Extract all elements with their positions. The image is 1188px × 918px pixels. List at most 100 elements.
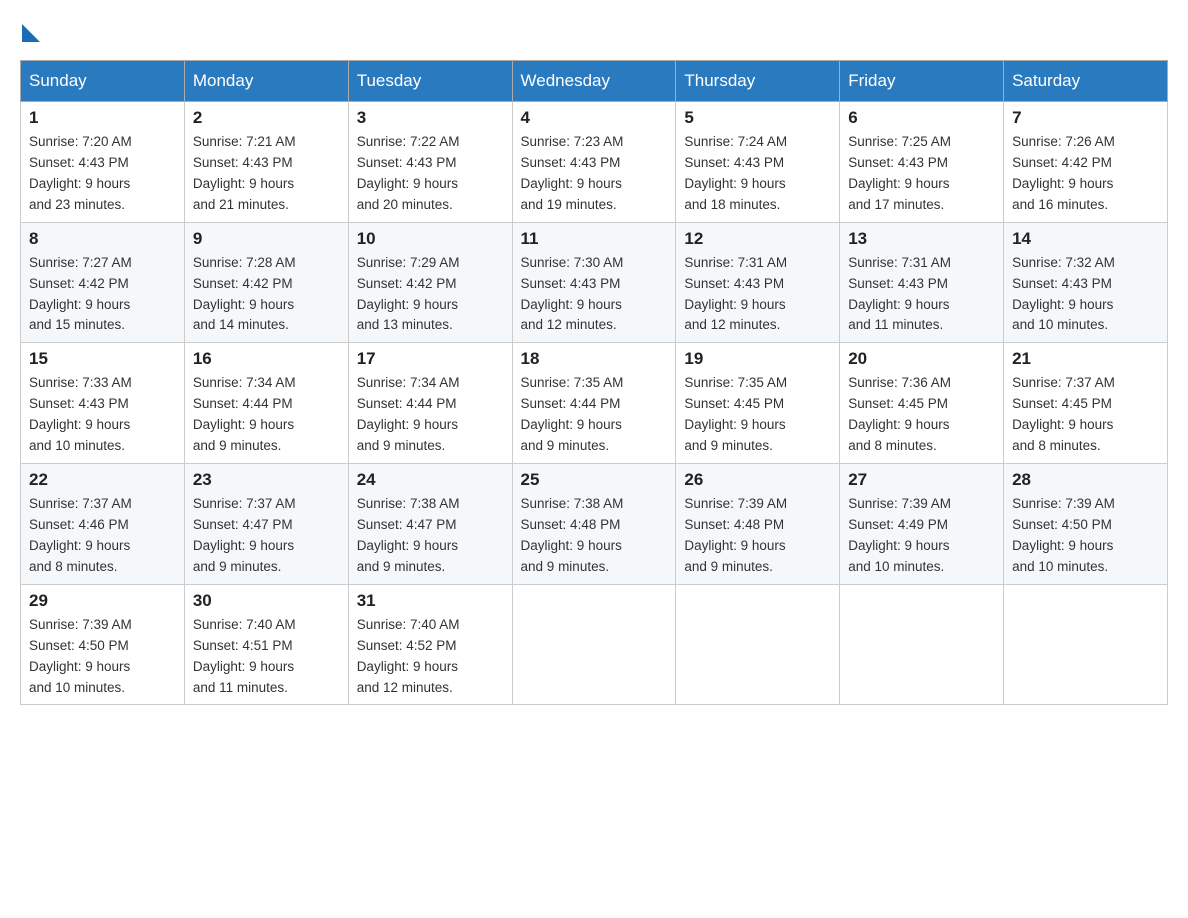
calendar-cell: 18 Sunrise: 7:35 AMSunset: 4:44 PMDayligh… (512, 343, 676, 464)
day-info: Sunrise: 7:40 AMSunset: 4:52 PMDaylight:… (357, 615, 504, 699)
calendar-header-wednesday: Wednesday (512, 61, 676, 102)
calendar-table: SundayMondayTuesdayWednesdayThursdayFrid… (20, 60, 1168, 705)
calendar-cell: 31 Sunrise: 7:40 AMSunset: 4:52 PMDayligh… (348, 584, 512, 705)
day-number: 4 (521, 108, 668, 128)
calendar-week-row: 1 Sunrise: 7:20 AMSunset: 4:43 PMDaylight… (21, 102, 1168, 223)
day-info: Sunrise: 7:22 AMSunset: 4:43 PMDaylight:… (357, 132, 504, 216)
calendar-header-thursday: Thursday (676, 61, 840, 102)
calendar-cell: 15 Sunrise: 7:33 AMSunset: 4:43 PMDayligh… (21, 343, 185, 464)
day-number: 31 (357, 591, 504, 611)
day-number: 16 (193, 349, 340, 369)
calendar-cell: 10 Sunrise: 7:29 AMSunset: 4:42 PMDayligh… (348, 222, 512, 343)
calendar-header-saturday: Saturday (1004, 61, 1168, 102)
calendar-cell: 24 Sunrise: 7:38 AMSunset: 4:47 PMDayligh… (348, 464, 512, 585)
day-number: 7 (1012, 108, 1159, 128)
day-number: 15 (29, 349, 176, 369)
calendar-cell: 16 Sunrise: 7:34 AMSunset: 4:44 PMDayligh… (184, 343, 348, 464)
calendar-week-row: 15 Sunrise: 7:33 AMSunset: 4:43 PMDayligh… (21, 343, 1168, 464)
day-info: Sunrise: 7:37 AMSunset: 4:47 PMDaylight:… (193, 494, 340, 578)
day-number: 19 (684, 349, 831, 369)
day-info: Sunrise: 7:26 AMSunset: 4:42 PMDaylight:… (1012, 132, 1159, 216)
day-number: 18 (521, 349, 668, 369)
calendar-cell: 25Sunrise: 7:38 AMSunset: 4:48 PMDayligh… (512, 464, 676, 585)
calendar-cell: 27 Sunrise: 7:39 AMSunset: 4:49 PMDayligh… (840, 464, 1004, 585)
day-number: 1 (29, 108, 176, 128)
day-info: Sunrise: 7:39 AMSunset: 4:49 PMDaylight:… (848, 494, 995, 578)
calendar-cell (1004, 584, 1168, 705)
day-number: 23 (193, 470, 340, 490)
day-info: Sunrise: 7:20 AMSunset: 4:43 PMDaylight:… (29, 132, 176, 216)
calendar-cell: 7 Sunrise: 7:26 AMSunset: 4:42 PMDaylight… (1004, 102, 1168, 223)
logo (20, 20, 40, 42)
calendar-cell: 28 Sunrise: 7:39 AMSunset: 4:50 PMDayligh… (1004, 464, 1168, 585)
calendar-header-row: SundayMondayTuesdayWednesdayThursdayFrid… (21, 61, 1168, 102)
day-info: Sunrise: 7:31 AMSunset: 4:43 PMDaylight:… (684, 253, 831, 337)
day-info: Sunrise: 7:37 AMSunset: 4:46 PMDaylight:… (29, 494, 176, 578)
day-info: Sunrise: 7:34 AMSunset: 4:44 PMDaylight:… (193, 373, 340, 457)
calendar-week-row: 29 Sunrise: 7:39 AMSunset: 4:50 PMDayligh… (21, 584, 1168, 705)
calendar-cell: 23 Sunrise: 7:37 AMSunset: 4:47 PMDayligh… (184, 464, 348, 585)
calendar-cell: 17 Sunrise: 7:34 AMSunset: 4:44 PMDayligh… (348, 343, 512, 464)
calendar-cell: 2Sunrise: 7:21 AMSunset: 4:43 PMDaylight… (184, 102, 348, 223)
logo-triangle-icon (22, 24, 40, 42)
calendar-cell: 13 Sunrise: 7:31 AMSunset: 4:43 PMDayligh… (840, 222, 1004, 343)
calendar-cell: 11 Sunrise: 7:30 AMSunset: 4:43 PMDayligh… (512, 222, 676, 343)
calendar-header-monday: Monday (184, 61, 348, 102)
day-info: Sunrise: 7:33 AMSunset: 4:43 PMDaylight:… (29, 373, 176, 457)
day-number: 3 (357, 108, 504, 128)
calendar-cell: 5Sunrise: 7:24 AMSunset: 4:43 PMDaylight… (676, 102, 840, 223)
calendar-header-friday: Friday (840, 61, 1004, 102)
day-number: 12 (684, 229, 831, 249)
calendar-cell: 4 Sunrise: 7:23 AMSunset: 4:43 PMDaylight… (512, 102, 676, 223)
day-number: 9 (193, 229, 340, 249)
calendar-cell: 12 Sunrise: 7:31 AMSunset: 4:43 PMDayligh… (676, 222, 840, 343)
calendar-cell (512, 584, 676, 705)
day-number: 28 (1012, 470, 1159, 490)
day-number: 5 (684, 108, 831, 128)
day-info: Sunrise: 7:35 AMSunset: 4:45 PMDaylight:… (684, 373, 831, 457)
day-number: 30 (193, 591, 340, 611)
calendar-cell: 26Sunrise: 7:39 AMSunset: 4:48 PMDayligh… (676, 464, 840, 585)
day-number: 14 (1012, 229, 1159, 249)
calendar-cell: 8Sunrise: 7:27 AMSunset: 4:42 PMDaylight… (21, 222, 185, 343)
calendar-cell (840, 584, 1004, 705)
day-info: Sunrise: 7:25 AMSunset: 4:43 PMDaylight:… (848, 132, 995, 216)
calendar-cell: 21 Sunrise: 7:37 AMSunset: 4:45 PMDayligh… (1004, 343, 1168, 464)
day-number: 24 (357, 470, 504, 490)
day-info: Sunrise: 7:39 AMSunset: 4:50 PMDaylight:… (1012, 494, 1159, 578)
calendar-cell: 3 Sunrise: 7:22 AMSunset: 4:43 PMDaylight… (348, 102, 512, 223)
day-info: Sunrise: 7:40 AMSunset: 4:51 PMDaylight:… (193, 615, 340, 699)
day-number: 11 (521, 229, 668, 249)
day-info: Sunrise: 7:30 AMSunset: 4:43 PMDaylight:… (521, 253, 668, 337)
day-number: 2 (193, 108, 340, 128)
day-info: Sunrise: 7:31 AMSunset: 4:43 PMDaylight:… (848, 253, 995, 337)
day-number: 22 (29, 470, 176, 490)
calendar-cell: 20Sunrise: 7:36 AMSunset: 4:45 PMDayligh… (840, 343, 1004, 464)
day-number: 17 (357, 349, 504, 369)
calendar-cell: 1 Sunrise: 7:20 AMSunset: 4:43 PMDaylight… (21, 102, 185, 223)
calendar-week-row: 8Sunrise: 7:27 AMSunset: 4:42 PMDaylight… (21, 222, 1168, 343)
calendar-cell (676, 584, 840, 705)
day-number: 10 (357, 229, 504, 249)
day-number: 20 (848, 349, 995, 369)
calendar-header-sunday: Sunday (21, 61, 185, 102)
day-info: Sunrise: 7:39 AMSunset: 4:50 PMDaylight:… (29, 615, 176, 699)
day-number: 29 (29, 591, 176, 611)
calendar-cell: 22 Sunrise: 7:37 AMSunset: 4:46 PMDayligh… (21, 464, 185, 585)
day-number: 27 (848, 470, 995, 490)
day-info: Sunrise: 7:29 AMSunset: 4:42 PMDaylight:… (357, 253, 504, 337)
calendar-cell: 30 Sunrise: 7:40 AMSunset: 4:51 PMDayligh… (184, 584, 348, 705)
calendar-header-tuesday: Tuesday (348, 61, 512, 102)
day-info: Sunrise: 7:37 AMSunset: 4:45 PMDaylight:… (1012, 373, 1159, 457)
calendar-cell: 9Sunrise: 7:28 AMSunset: 4:42 PMDaylight… (184, 222, 348, 343)
day-info: Sunrise: 7:32 AMSunset: 4:43 PMDaylight:… (1012, 253, 1159, 337)
day-info: Sunrise: 7:23 AMSunset: 4:43 PMDaylight:… (521, 132, 668, 216)
day-number: 21 (1012, 349, 1159, 369)
day-number: 13 (848, 229, 995, 249)
day-info: Sunrise: 7:34 AMSunset: 4:44 PMDaylight:… (357, 373, 504, 457)
calendar-cell: 6 Sunrise: 7:25 AMSunset: 4:43 PMDaylight… (840, 102, 1004, 223)
day-info: Sunrise: 7:38 AMSunset: 4:47 PMDaylight:… (357, 494, 504, 578)
day-info: Sunrise: 7:35 AMSunset: 4:44 PMDaylight:… (521, 373, 668, 457)
day-number: 6 (848, 108, 995, 128)
day-info: Sunrise: 7:27 AMSunset: 4:42 PMDaylight:… (29, 253, 176, 337)
